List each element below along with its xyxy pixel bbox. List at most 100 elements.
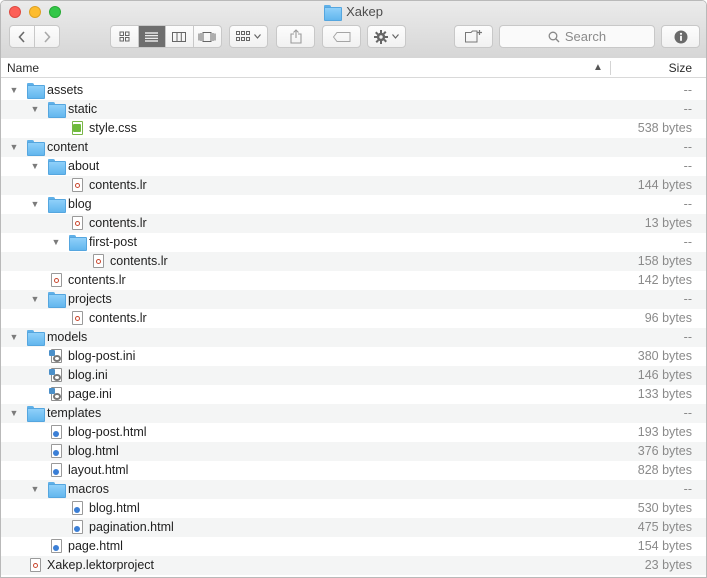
- item-name: contents.lr: [110, 254, 168, 268]
- item-name: contents.lr: [89, 216, 147, 230]
- forward-button[interactable]: [35, 26, 59, 47]
- file-row[interactable]: contents.lr 96 bytes: [1, 309, 706, 328]
- disclosure-triangle-icon[interactable]: ▼: [29, 290, 41, 309]
- ini-file-icon: [49, 349, 63, 364]
- item-size: 193 bytes: [637, 425, 692, 439]
- item-size: 142 bytes: [637, 273, 692, 287]
- info-button[interactable]: [661, 25, 700, 48]
- item-name: static: [68, 102, 98, 116]
- gear-icon: [374, 29, 388, 44]
- folder-row[interactable]: ▼ content --: [1, 138, 706, 157]
- disclosure-triangle-icon[interactable]: ▼: [29, 480, 41, 499]
- search-field[interactable]: Search: [499, 25, 655, 48]
- item-size: 475 bytes: [637, 520, 692, 534]
- item-name: style.css: [89, 121, 137, 135]
- search-icon: [548, 31, 560, 42]
- view-list-button[interactable]: [138, 26, 166, 47]
- item-size: --: [683, 197, 692, 211]
- folder-row[interactable]: ▼ assets --: [1, 81, 706, 100]
- file-row[interactable]: contents.lr 144 bytes: [1, 176, 706, 195]
- folder-icon: [69, 235, 87, 251]
- folder-icon: [48, 482, 66, 498]
- item-name: assets: [47, 83, 84, 97]
- folder-icon: [48, 197, 66, 213]
- folder-row[interactable]: ▼ templates --: [1, 404, 706, 423]
- arrange-button[interactable]: [229, 25, 268, 48]
- lr-file-icon: [72, 178, 84, 193]
- size-column-header[interactable]: Size: [669, 61, 692, 75]
- column-header: Name ▲ Size: [1, 58, 706, 78]
- item-name: contents.lr: [68, 273, 126, 287]
- file-row[interactable]: pagination.html 475 bytes: [1, 518, 706, 537]
- nav-buttons: [9, 25, 60, 48]
- folder-row[interactable]: ▼ first-post --: [1, 233, 706, 252]
- name-column-header[interactable]: Name: [7, 61, 39, 75]
- column-divider[interactable]: [610, 61, 611, 75]
- view-columns-button[interactable]: [166, 26, 194, 47]
- file-row[interactable]: Xakep.lektorproject 23 bytes: [1, 556, 706, 575]
- toolbar: Search: [9, 25, 700, 49]
- item-name: projects: [68, 292, 112, 306]
- item-size: 13 bytes: [644, 216, 692, 230]
- view-gallery-button[interactable]: [194, 26, 221, 47]
- disclosure-triangle-icon[interactable]: ▼: [29, 157, 41, 176]
- file-row[interactable]: contents.lr 142 bytes: [1, 271, 706, 290]
- item-name: blog: [68, 197, 92, 211]
- view-icons-button[interactable]: [111, 26, 139, 47]
- file-row[interactable]: blog-post.html 193 bytes: [1, 423, 706, 442]
- folder-icon: [27, 140, 45, 156]
- file-row[interactable]: contents.lr 158 bytes: [1, 252, 706, 271]
- file-row[interactable]: style.css 538 bytes: [1, 119, 706, 138]
- folder-icon: [48, 292, 66, 308]
- disclosure-triangle-icon[interactable]: ▼: [29, 195, 41, 214]
- window-title-text: Xakep: [346, 4, 383, 19]
- item-name: blog.ini: [68, 368, 108, 382]
- item-size: 158 bytes: [637, 254, 692, 268]
- file-row[interactable]: contents.lr 13 bytes: [1, 214, 706, 233]
- finder-window: Xakep Search Name ▲ Size ▼ assets -- ▼ s…: [0, 0, 707, 578]
- folder-row[interactable]: ▼ models --: [1, 328, 706, 347]
- chevron-right-icon: [44, 30, 51, 43]
- file-list: ▼ assets -- ▼ static -- style.css 538 bytes ▼ con…: [1, 81, 706, 575]
- file-row[interactable]: blog.html 530 bytes: [1, 499, 706, 518]
- disclosure-triangle-icon[interactable]: ▼: [50, 233, 62, 252]
- item-name: about: [68, 159, 100, 173]
- item-size: 23 bytes: [644, 558, 692, 572]
- grid-icon: [119, 31, 130, 42]
- item-name: contents.lr: [89, 178, 147, 192]
- file-row[interactable]: layout.html 828 bytes: [1, 461, 706, 480]
- disclosure-triangle-icon[interactable]: ▼: [8, 404, 20, 423]
- disclosure-triangle-icon[interactable]: ▼: [8, 138, 20, 157]
- file-row[interactable]: blog.html 376 bytes: [1, 442, 706, 461]
- item-size: 144 bytes: [637, 178, 692, 192]
- tags-button[interactable]: [322, 25, 361, 48]
- sort-ascending-icon[interactable]: ▲: [593, 62, 603, 73]
- item-name: macros: [68, 482, 109, 496]
- disclosure-triangle-icon[interactable]: ▼: [8, 81, 20, 100]
- folder-row[interactable]: ▼ static --: [1, 100, 706, 119]
- item-size: --: [683, 482, 692, 496]
- item-size: --: [683, 330, 692, 344]
- folder-row[interactable]: ▼ blog --: [1, 195, 706, 214]
- file-row[interactable]: blog-post.ini 380 bytes: [1, 347, 706, 366]
- file-row[interactable]: page.html 154 bytes: [1, 537, 706, 556]
- new-folder-button[interactable]: [454, 25, 493, 48]
- folder-row[interactable]: ▼ about --: [1, 157, 706, 176]
- file-row[interactable]: page.ini 133 bytes: [1, 385, 706, 404]
- view-mode-control: [110, 25, 222, 48]
- disclosure-triangle-icon[interactable]: ▼: [29, 100, 41, 119]
- folder-row[interactable]: ▼ macros --: [1, 480, 706, 499]
- lr-file-icon: [30, 558, 42, 573]
- action-button[interactable]: [367, 25, 406, 48]
- disclosure-triangle-icon[interactable]: ▼: [8, 328, 20, 347]
- item-name: models: [47, 330, 88, 344]
- item-size: 146 bytes: [637, 368, 692, 382]
- back-button[interactable]: [10, 26, 35, 47]
- ini-file-icon: [49, 387, 63, 402]
- file-row[interactable]: blog.ini 146 bytes: [1, 366, 706, 385]
- folder-row[interactable]: ▼ projects --: [1, 290, 706, 309]
- share-button[interactable]: [276, 25, 315, 48]
- lr-file-icon: [72, 311, 84, 326]
- columns-icon: [172, 31, 187, 42]
- info-icon: [674, 30, 687, 43]
